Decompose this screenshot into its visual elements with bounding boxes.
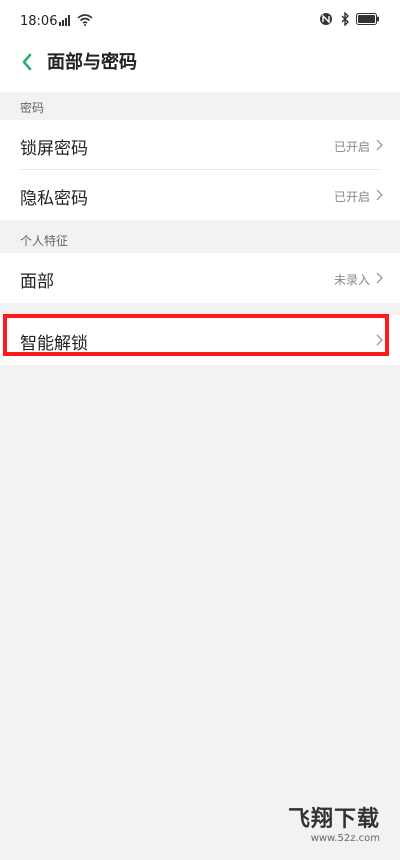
row-value: 已开启	[333, 190, 370, 204]
section-header-personal-features: 个人特征	[0, 225, 400, 253]
status-left-icons	[59, 14, 93, 26]
status-right-icons	[318, 12, 380, 26]
watermark-url: www.52z.com	[310, 833, 380, 844]
row-face[interactable]: 面部 未录入	[0, 253, 400, 303]
status-time: 18:06	[20, 14, 58, 29]
row-privacy-password[interactable]: 隐私密码 已开启	[0, 170, 400, 220]
chevron-right-icon	[376, 334, 383, 346]
row-label: 隐私密码	[20, 189, 88, 209]
row-label: 面部	[20, 272, 54, 292]
section-header-label: 个人特征	[20, 234, 69, 248]
watermark: 飞翔下载 www.52z.com	[288, 801, 380, 844]
wifi-icon	[77, 14, 93, 26]
status-bar: 18:06	[0, 0, 400, 40]
battery-icon	[356, 13, 379, 25]
nfc-icon	[320, 13, 332, 25]
row-value: 已开启	[333, 140, 370, 154]
row-value: 未录入	[333, 273, 370, 287]
section-header-password: 密码	[0, 92, 400, 120]
signal-icon	[59, 15, 70, 26]
row-smart-unlock[interactable]: 智能解锁	[0, 315, 400, 365]
row-lock-screen-password[interactable]: 锁屏密码 已开启	[0, 120, 400, 170]
chevron-left-icon[interactable]	[16, 50, 40, 74]
chevron-right-icon	[376, 189, 383, 201]
watermark-text: 飞翔下载	[287, 807, 380, 832]
row-label: 锁屏密码	[20, 139, 88, 159]
chevron-right-icon	[376, 139, 383, 151]
section-header-label: 密码	[20, 101, 45, 115]
chevron-right-icon	[376, 272, 383, 284]
header: 面部与密码	[0, 40, 400, 92]
bluetooth-icon	[341, 12, 349, 26]
page-title: 面部与密码	[47, 52, 137, 73]
row-label: 智能解锁	[20, 334, 88, 354]
